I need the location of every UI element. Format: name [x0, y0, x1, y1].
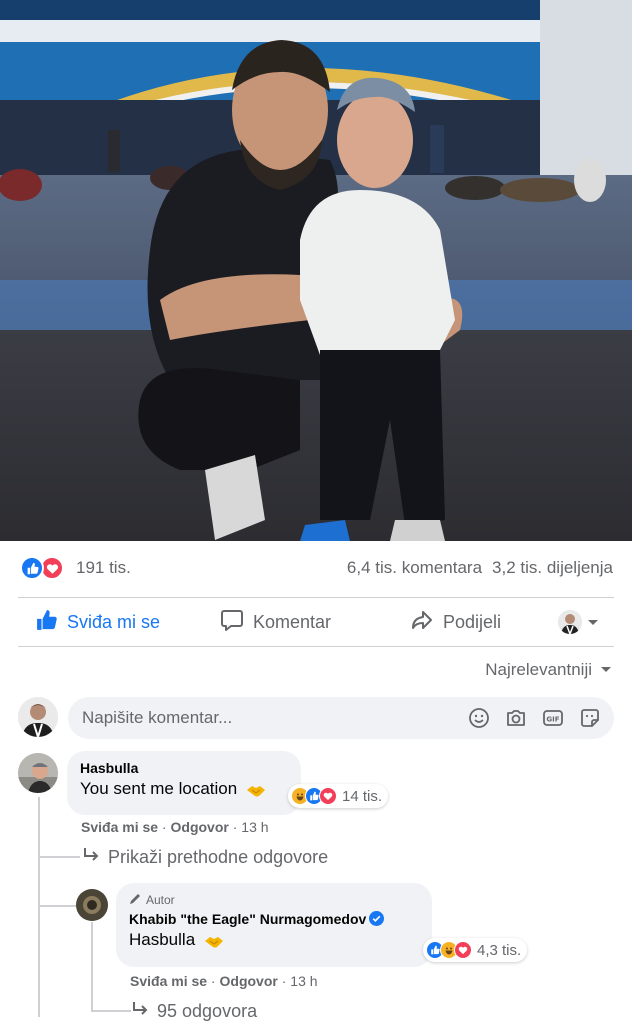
love-icon [454, 941, 472, 959]
reaction-count: 14 tis. [342, 787, 383, 805]
comment-author[interactable]: Hasbulla [80, 760, 288, 776]
comment-icon [220, 608, 244, 637]
replies-count-label: 95 odgovora [157, 1001, 258, 1021]
sticker-icon[interactable] [578, 706, 602, 730]
like-button[interactable]: Sviđa mi se [36, 598, 160, 646]
comment-text: You sent me location [80, 779, 238, 798]
view-replies-link[interactable]: 95 odgovora [131, 1001, 257, 1022]
avatar[interactable] [18, 753, 58, 793]
reactions-summary: 191 tis. 6,4 tis. komentara 3,2 tis. dij… [0, 541, 632, 597]
svg-text:GIF: GIF [546, 716, 559, 724]
love-icon [319, 787, 337, 805]
share-button[interactable]: Podijeli [410, 598, 501, 646]
reply-arrow-icon [131, 1001, 149, 1022]
like-icon [20, 556, 44, 580]
handshake-icon [204, 934, 224, 948]
comment-sort-dropdown[interactable]: Najrelevantniji [485, 660, 612, 680]
like-button-label: Sviđa mi se [67, 611, 161, 632]
comment-bubble: Autor Khabib "the Eagle" Nurmagomedov Ha… [116, 883, 432, 967]
comments-count[interactable]: 6,4 tis. komentara [347, 558, 482, 578]
post-photo[interactable] [0, 0, 632, 541]
reaction-icons[interactable] [20, 556, 64, 580]
comment-like-link[interactable]: Sviđa mi se [130, 973, 207, 989]
gif-icon[interactable]: GIF [541, 706, 565, 730]
reply-arrow-icon [82, 847, 100, 868]
divider [18, 646, 614, 647]
pencil-icon [129, 892, 142, 908]
avatar[interactable] [18, 697, 58, 737]
chevron-down-icon [600, 660, 612, 680]
handshake-icon [246, 783, 266, 797]
thread-line [38, 797, 40, 1017]
comment-reactions[interactable]: 4,3 tis. [423, 938, 528, 962]
avatar[interactable] [76, 889, 108, 921]
share-icon [410, 608, 434, 637]
show-previous-replies-label: Prikaži prethodne odgovore [108, 847, 329, 867]
author-badge: Autor [129, 892, 419, 908]
reaction-count: 4,3 tis. [477, 941, 522, 959]
comment-button-label: Komentar [253, 611, 332, 632]
post-action-bar: Sviđa mi se Komentar Podijeli [18, 598, 614, 646]
comment-button[interactable]: Komentar [220, 598, 331, 646]
reactions-count[interactable]: 191 tis. [76, 558, 131, 578]
emoji-icon[interactable] [467, 706, 491, 730]
comment-meta: Sviđa mi se · Odgovor · 13 h [81, 819, 269, 835]
thread-line [38, 905, 78, 907]
comment-composer: GIF [68, 697, 614, 739]
thumbs-up-icon [36, 609, 58, 636]
comment-author[interactable]: Khabib "the Eagle" Nurmagomedov [129, 911, 366, 927]
comment-text: Hasbulla [129, 930, 196, 949]
chevron-down-icon [587, 612, 599, 633]
avatar [558, 610, 582, 634]
show-previous-replies-link[interactable]: Prikaži prethodne odgovore [82, 847, 328, 868]
comment-input[interactable] [68, 697, 458, 739]
camera-icon[interactable] [504, 706, 528, 730]
comment-timestamp[interactable]: 13 h [241, 819, 268, 835]
shares-count[interactable]: 3,2 tis. dijeljenja [492, 558, 613, 578]
verified-badge-icon [369, 911, 385, 926]
comment-reactions[interactable]: 14 tis. [288, 784, 389, 808]
thread-line [91, 922, 93, 1010]
comment-bubble: Hasbulla You sent me location [67, 751, 301, 815]
author-badge-label: Autor [146, 893, 175, 907]
thread-line [91, 1010, 131, 1012]
share-button-label: Podijeli [443, 611, 502, 632]
comment-reply-link[interactable]: Odgovor [171, 819, 229, 835]
thread-line [38, 856, 80, 858]
sort-label: Najrelevantniji [485, 660, 592, 679]
comment-reply-link[interactable]: Odgovor [220, 973, 278, 989]
post-as-selector[interactable] [558, 598, 599, 646]
comment-timestamp[interactable]: 13 h [290, 973, 317, 989]
comment-like-link[interactable]: Sviđa mi se [81, 819, 158, 835]
comment-meta: Sviđa mi se · Odgovor · 13 h [130, 973, 318, 989]
